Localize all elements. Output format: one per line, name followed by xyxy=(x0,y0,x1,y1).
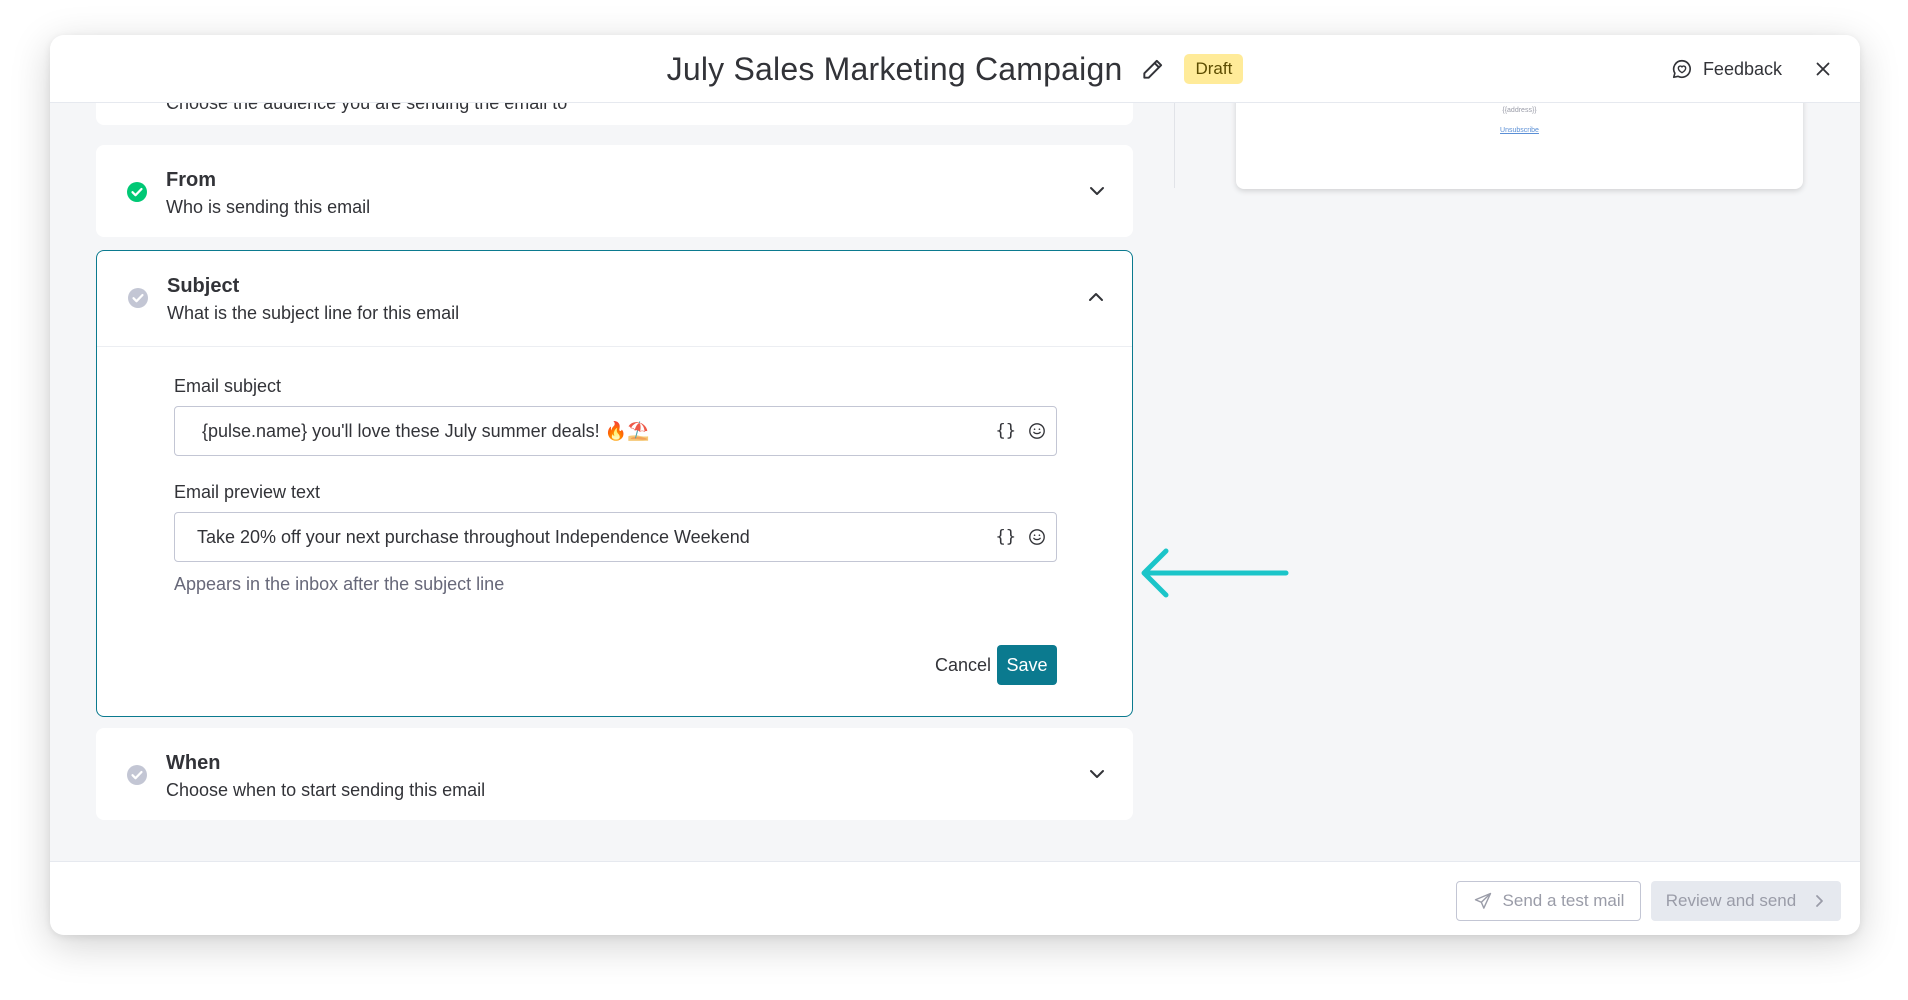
field-tools: {} xyxy=(996,513,1046,561)
panel-divider xyxy=(1174,103,1175,188)
check-circle-icon xyxy=(126,764,148,786)
chevron-up-icon[interactable] xyxy=(1086,287,1106,307)
arrow-left-icon xyxy=(1141,548,1289,598)
when-section-header[interactable]: When Choose when to start sending this e… xyxy=(96,728,1133,820)
subject-section-header[interactable]: Subject What is the subject line for thi… xyxy=(97,251,1132,343)
check-circle-icon xyxy=(126,181,148,203)
page-title: July Sales Marketing Campaign xyxy=(666,50,1123,87)
emoji-icon[interactable] xyxy=(1028,528,1046,546)
email-preview-value: Take 20% off your next purchase througho… xyxy=(197,527,750,547)
variables-button[interactable]: {} xyxy=(996,527,1016,547)
header-actions: Feedback xyxy=(1671,35,1834,103)
feedback-label: Feedback xyxy=(1702,58,1782,79)
email-preview-input[interactable]: Take 20% off your next purchase througho… xyxy=(174,512,1057,562)
status-badge: Draft xyxy=(1184,54,1244,84)
email-subject-label: Email subject xyxy=(174,376,282,396)
section-title: When xyxy=(166,752,221,774)
emoji-icon[interactable] xyxy=(1028,422,1046,440)
pencil-icon[interactable] xyxy=(1140,56,1166,82)
paper-plane-icon xyxy=(1473,891,1493,911)
title-group: July Sales Marketing Campaign Draft xyxy=(50,35,1860,103)
variables-button[interactable]: {} xyxy=(996,421,1016,441)
preview-address: {{address}} xyxy=(1502,107,1537,114)
when-section[interactable]: When Choose when to start sending this e… xyxy=(96,728,1133,820)
header: July Sales Marketing Campaign Draft Feed… xyxy=(50,35,1860,103)
subject-section: Subject What is the subject line for thi… xyxy=(96,250,1133,717)
save-button[interactable]: Save xyxy=(997,645,1057,685)
field-tools: {} xyxy=(996,407,1046,455)
send-test-label: Send a test mail xyxy=(1502,891,1625,910)
email-preview-label: Email preview text xyxy=(174,482,321,502)
check-circle-icon xyxy=(127,287,149,309)
cancel-button[interactable]: Cancel xyxy=(925,645,1001,685)
chevron-right-icon xyxy=(1812,894,1826,908)
close-icon[interactable] xyxy=(1812,58,1834,80)
campaign-editor-window: July Sales Marketing Campaign Draft Feed… xyxy=(50,35,1860,935)
email-subject-value: {pulse.name} you'll love these July summ… xyxy=(202,421,650,441)
chat-heart-icon xyxy=(1671,58,1693,80)
section-subtitle: What is the subject line for this email xyxy=(167,303,460,323)
section-subtitle: Choose when to start sending this email xyxy=(166,780,486,800)
chevron-down-icon[interactable] xyxy=(1087,181,1107,201)
chevron-down-icon[interactable] xyxy=(1087,764,1107,784)
email-subject-input[interactable]: {pulse.name} you'll love these July summ… xyxy=(174,406,1057,456)
section-title: From xyxy=(166,169,216,191)
footer-bar: Send a test mail Review and send xyxy=(50,861,1860,935)
main-content: Choose the audience you are sending the … xyxy=(50,63,1860,897)
review-and-send-button[interactable]: Review and send xyxy=(1651,881,1841,921)
section-title: Subject xyxy=(167,275,240,297)
send-test-mail-button[interactable]: Send a test mail xyxy=(1456,881,1641,921)
section-subtitle: Who is sending this email xyxy=(166,197,371,217)
from-section-header[interactable]: From Who is sending this email xyxy=(96,145,1133,237)
divider xyxy=(97,346,1132,347)
review-send-label: Review and send xyxy=(1665,891,1797,910)
feedback-button[interactable]: Feedback xyxy=(1671,58,1782,80)
preview-unsubscribe-link[interactable]: Unsubscribe xyxy=(1236,127,1803,134)
from-section[interactable]: From Who is sending this email xyxy=(96,145,1133,237)
preview-helper-text: Appears in the inbox after the subject l… xyxy=(174,574,505,594)
